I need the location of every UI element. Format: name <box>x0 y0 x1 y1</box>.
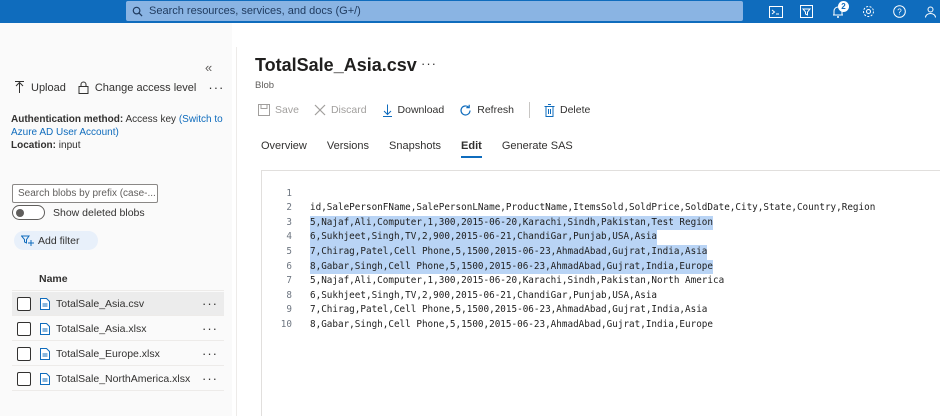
directory-filter-icon[interactable] <box>791 0 822 23</box>
top-icons: 2 ? <box>760 0 940 23</box>
refresh-label: Refresh <box>477 104 514 116</box>
save-label: Save <box>275 104 299 116</box>
blob-row-totalsale-asia-xlsx[interactable]: TotalSale_Asia.xlsx ··· <box>12 317 224 341</box>
global-search-input[interactable]: Search resources, services, and docs (G+… <box>126 1 743 21</box>
gear-icon[interactable] <box>853 0 884 23</box>
tab-bar: Overview Versions Snapshots Edit Generat… <box>261 140 593 158</box>
save-button[interactable]: Save <box>258 104 299 116</box>
row-more-button[interactable]: ··· <box>202 296 224 311</box>
refresh-icon <box>460 104 471 116</box>
feedback-icon[interactable] <box>915 0 940 23</box>
blob-row-totalsale-northamerica-xlsx[interactable]: TotalSale_NorthAmerica.xlsx ··· <box>12 367 224 391</box>
editor-line[interactable]: 2 5,Najaf,Ali,Computer,1,300,2015-06-20,… <box>262 187 940 231</box>
download-button[interactable]: Download <box>382 104 445 117</box>
file-icon <box>40 372 50 385</box>
search-icon <box>132 6 143 17</box>
editor-line[interactable]: 7 6,Sukhjeet,Singh,TV,2,900,2015-06-21,C… <box>262 260 940 301</box>
delete-button[interactable]: Delete <box>544 103 591 117</box>
left-toolbar: Upload Change access level ··· <box>14 80 224 95</box>
tab-snapshots[interactable]: Snapshots <box>389 140 441 158</box>
row-checkbox[interactable] <box>17 346 31 361</box>
command-separator <box>529 102 530 118</box>
upload-button[interactable]: Upload <box>14 81 66 94</box>
global-search-placeholder: Search resources, services, and docs (G+… <box>149 5 361 17</box>
blob-prefix-search-input[interactable]: Search blobs by prefix (case-... <box>12 184 158 203</box>
help-icon[interactable]: ? <box>884 0 915 23</box>
blob-name[interactable]: TotalSale_NorthAmerica.xlsx <box>56 373 202 385</box>
page-subtitle: Blob <box>255 80 275 91</box>
change-access-level-button[interactable]: Change access level <box>78 81 197 94</box>
header-divider <box>12 290 224 291</box>
auth-info: Authentication method: Access key (Switc… <box>11 113 226 152</box>
row-checkbox[interactable] <box>17 296 31 311</box>
lock-icon <box>78 81 89 94</box>
editor-line[interactable]: 1 id,SalePersonFName,SalePersonLName,Pro… <box>262 172 940 214</box>
top-bar: Search resources, services, and docs (G+… <box>0 0 940 23</box>
file-icon <box>40 347 50 360</box>
command-bar: Save Discard Download Refresh Delete <box>258 102 605 118</box>
row-checkbox[interactable] <box>17 371 31 386</box>
file-icon <box>40 297 50 310</box>
blob-name[interactable]: TotalSale_Asia.csv <box>56 298 202 310</box>
editor-line[interactable]: 6 5,Najaf,Ali,Computer,1,300,2015-06-20,… <box>262 245 940 287</box>
editor-line[interactable]: 8 7,Chirag,Patel,Cell Phone,5,1500,2015-… <box>262 274 940 316</box>
upload-label: Upload <box>31 81 66 94</box>
location-label: Location: <box>11 140 56 151</box>
code-editor[interactable]: 1 id,SalePersonFName,SalePersonLName,Pro… <box>261 170 940 416</box>
change-access-level-label: Change access level <box>94 81 197 94</box>
line-number: 10 <box>280 318 292 330</box>
editor-line[interactable]: 4 7,Chirag,Patel,Cell Phone,5,1500,2015-… <box>262 216 940 260</box>
tab-generate-sas[interactable]: Generate SAS <box>502 140 573 158</box>
editor-line[interactable]: 5 8,Gabar,Singh,Cell Phone,5,1500,2015-0… <box>262 230 940 275</box>
notification-badge: 2 <box>838 1 849 12</box>
blob-name[interactable]: TotalSale_Europe.xlsx <box>56 348 202 360</box>
bell-icon[interactable]: 2 <box>822 0 853 23</box>
save-icon <box>258 104 270 116</box>
name-column-header[interactable]: Name <box>39 273 68 285</box>
svg-text:?: ? <box>897 8 902 17</box>
add-filter-label: Add filter <box>38 234 80 247</box>
page-title: TotalSale_Asia.csv <box>255 55 417 75</box>
add-filter-button[interactable]: Add filter <box>14 231 98 250</box>
title-more-button[interactable]: ··· <box>421 56 437 71</box>
row-more-button[interactable]: ··· <box>202 371 224 386</box>
collapse-pane-button[interactable]: « <box>205 60 212 75</box>
file-icon <box>40 322 50 335</box>
tab-overview[interactable]: Overview <box>261 140 307 158</box>
blob-name[interactable]: TotalSale_Asia.xlsx <box>56 323 202 335</box>
trash-icon <box>544 103 555 117</box>
pane-divider <box>236 47 237 416</box>
upload-icon <box>15 81 24 93</box>
refresh-button[interactable]: Refresh <box>459 104 514 117</box>
download-icon <box>382 104 392 117</box>
tab-versions[interactable]: Versions <box>327 140 369 158</box>
location-value: input <box>58 140 81 151</box>
show-deleted-label: Show deleted blobs <box>53 206 145 219</box>
close-icon <box>314 104 326 116</box>
delete-label: Delete <box>560 104 591 116</box>
blob-row-totalsale-europe-xlsx[interactable]: TotalSale_Europe.xlsx ··· <box>12 342 224 366</box>
auth-method-value: Access key <box>125 114 177 125</box>
blob-row-totalsale-asia-csv[interactable]: TotalSale_Asia.csv ··· <box>12 292 224 316</box>
editor-line[interactable]: 10 <box>262 303 940 330</box>
terminal-icon[interactable] <box>760 0 791 23</box>
show-deleted-toggle[interactable] <box>12 205 45 220</box>
row-more-button[interactable]: ··· <box>202 346 224 361</box>
discard-label: Discard <box>330 104 367 116</box>
row-checkbox[interactable] <box>17 321 31 336</box>
line-text[interactable]: 8,Gabar,Singh,Cell Phone,5,1500,2015-06-… <box>310 318 713 333</box>
editor-line[interactable]: 9 8,Gabar,Singh,Cell Phone,5,1500,2015-0… <box>262 289 940 330</box>
download-label: Download <box>397 104 445 116</box>
editor-line[interactable]: 3 6,Sukhjeet,Singh,TV,2,900,2015-06-21,C… <box>262 201 940 245</box>
add-filter-icon <box>21 235 34 246</box>
row-more-button[interactable]: ··· <box>202 321 224 336</box>
tab-edit[interactable]: Edit <box>461 140 482 158</box>
discard-button[interactable]: Discard <box>314 104 367 116</box>
more-options-button[interactable]: ··· <box>208 80 224 95</box>
auth-method-label: Authentication method: <box>11 114 124 125</box>
show-deleted-row: Show deleted blobs <box>12 205 145 220</box>
